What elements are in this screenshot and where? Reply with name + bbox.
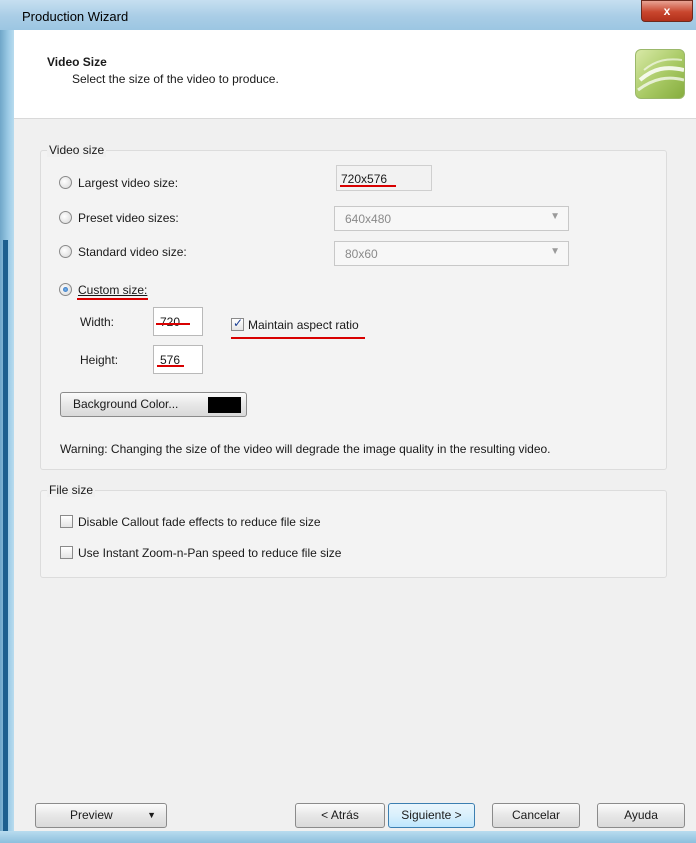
height-input[interactable]: 576: [153, 345, 203, 374]
annotation-underline: [77, 298, 148, 300]
checkmark-icon: ✓: [233, 316, 244, 330]
disable-callout-fade-checkbox[interactable]: [60, 515, 73, 528]
background-color-button[interactable]: Background Color...: [60, 392, 247, 417]
width-input[interactable]: 720: [153, 307, 203, 336]
video-size-group-label: Video size: [47, 143, 107, 157]
wizard-content: Video Size Select the size of the video …: [14, 30, 696, 831]
annotation-underline: [231, 337, 365, 339]
instant-zoom-n-pan-label[interactable]: Use Instant Zoom-n-Pan speed to reduce f…: [78, 546, 341, 560]
height-label: Height:: [80, 353, 119, 367]
maintain-aspect-ratio-label[interactable]: Maintain aspect ratio: [248, 318, 359, 332]
largest-video-size-radio[interactable]: [59, 176, 72, 189]
window-frame-bottom: [0, 831, 696, 843]
close-button[interactable]: x: [641, 0, 693, 22]
page-title: Video Size: [47, 55, 107, 69]
preset-video-sizes-dropdown[interactable]: 640x480 ▼: [334, 206, 569, 231]
preset-video-sizes-radio[interactable]: [59, 211, 72, 224]
wizard-header: Video Size Select the size of the video …: [14, 30, 696, 119]
custom-size-label[interactable]: Custom size:: [78, 283, 147, 297]
size-warning-text: Warning: Changing the size of the video …: [60, 442, 551, 456]
product-logo-icon: [635, 49, 685, 99]
page-subtitle: Select the size of the video to produce.: [72, 72, 279, 86]
video-size-group: [40, 150, 667, 470]
annotation-underline: [156, 323, 190, 325]
next-button[interactable]: Siguiente >: [388, 803, 475, 828]
help-button[interactable]: Ayuda: [597, 803, 685, 828]
width-label: Width:: [80, 315, 115, 329]
instant-zoom-n-pan-checkbox[interactable]: [60, 546, 73, 559]
color-swatch: [208, 397, 241, 413]
annotation-underline: [340, 185, 396, 187]
annotation-underline: [157, 365, 184, 367]
title-bar: Production Wizard x: [0, 0, 696, 30]
window-frame-left: [0, 30, 14, 843]
chevron-down-icon: ▼: [147, 810, 156, 820]
chevron-down-icon: ▼: [550, 211, 560, 222]
disable-callout-fade-label[interactable]: Disable Callout fade effects to reduce f…: [78, 515, 321, 529]
close-icon: x: [663, 4, 671, 18]
standard-video-size-radio[interactable]: [59, 245, 72, 258]
maintain-aspect-ratio-checkbox[interactable]: ✓: [231, 316, 244, 331]
production-wizard-window: Production Wizard x Video Size Select th…: [0, 0, 696, 843]
custom-size-radio[interactable]: [59, 283, 72, 296]
largest-video-size-value: 720x576: [336, 165, 432, 191]
back-button[interactable]: < Atrás: [295, 803, 385, 828]
file-size-group: [40, 490, 667, 578]
cancel-button[interactable]: Cancelar: [492, 803, 580, 828]
standard-video-size-label[interactable]: Standard video size:: [78, 245, 187, 259]
chevron-down-icon: ▼: [550, 246, 560, 257]
file-size-group-label: File size: [47, 483, 96, 497]
preset-video-sizes-label[interactable]: Preset video sizes:: [78, 211, 179, 225]
standard-video-size-dropdown[interactable]: 80x60 ▼: [334, 241, 569, 266]
window-title: Production Wizard: [22, 9, 129, 24]
preview-button[interactable]: Preview ▼: [35, 803, 167, 828]
largest-video-size-label[interactable]: Largest video size:: [78, 176, 178, 190]
